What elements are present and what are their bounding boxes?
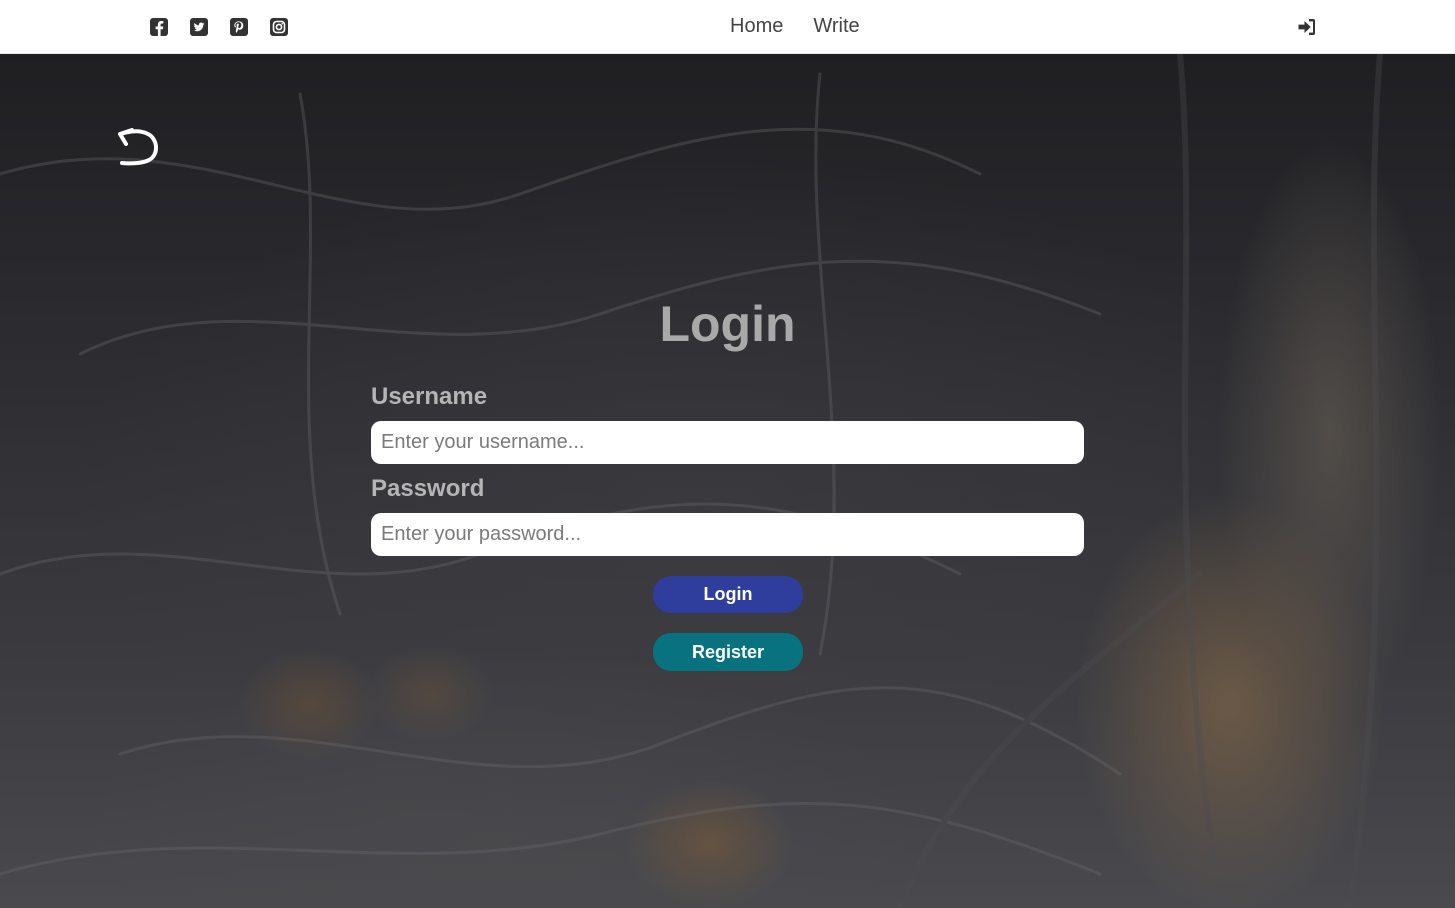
sign-in-icon[interactable] — [1296, 16, 1318, 38]
roots-texture — [0, 54, 1383, 908]
register-button[interactable]: Register — [653, 633, 803, 671]
pinterest-square-icon[interactable] — [229, 17, 249, 37]
nav-home-link[interactable]: Home — [730, 15, 783, 38]
password-label: Password — [371, 475, 485, 502]
main-nav: Home Write — [730, 15, 860, 38]
hero-background: Login Username Password Login Register — [0, 54, 1455, 908]
username-label: Username — [371, 383, 488, 410]
instagram-square-icon[interactable] — [269, 17, 289, 37]
page-title: Login — [659, 296, 796, 352]
twitter-square-icon[interactable] — [189, 17, 209, 37]
password-input[interactable] — [371, 513, 1084, 556]
username-input[interactable] — [371, 421, 1084, 464]
facebook-square-icon[interactable] — [149, 17, 169, 37]
nav-write-link[interactable]: Write — [813, 15, 859, 38]
top-bar: Home Write — [0, 0, 1455, 54]
social-links — [149, 17, 289, 37]
login-button[interactable]: Login — [653, 576, 803, 613]
undo-arrow-icon[interactable] — [118, 122, 164, 170]
